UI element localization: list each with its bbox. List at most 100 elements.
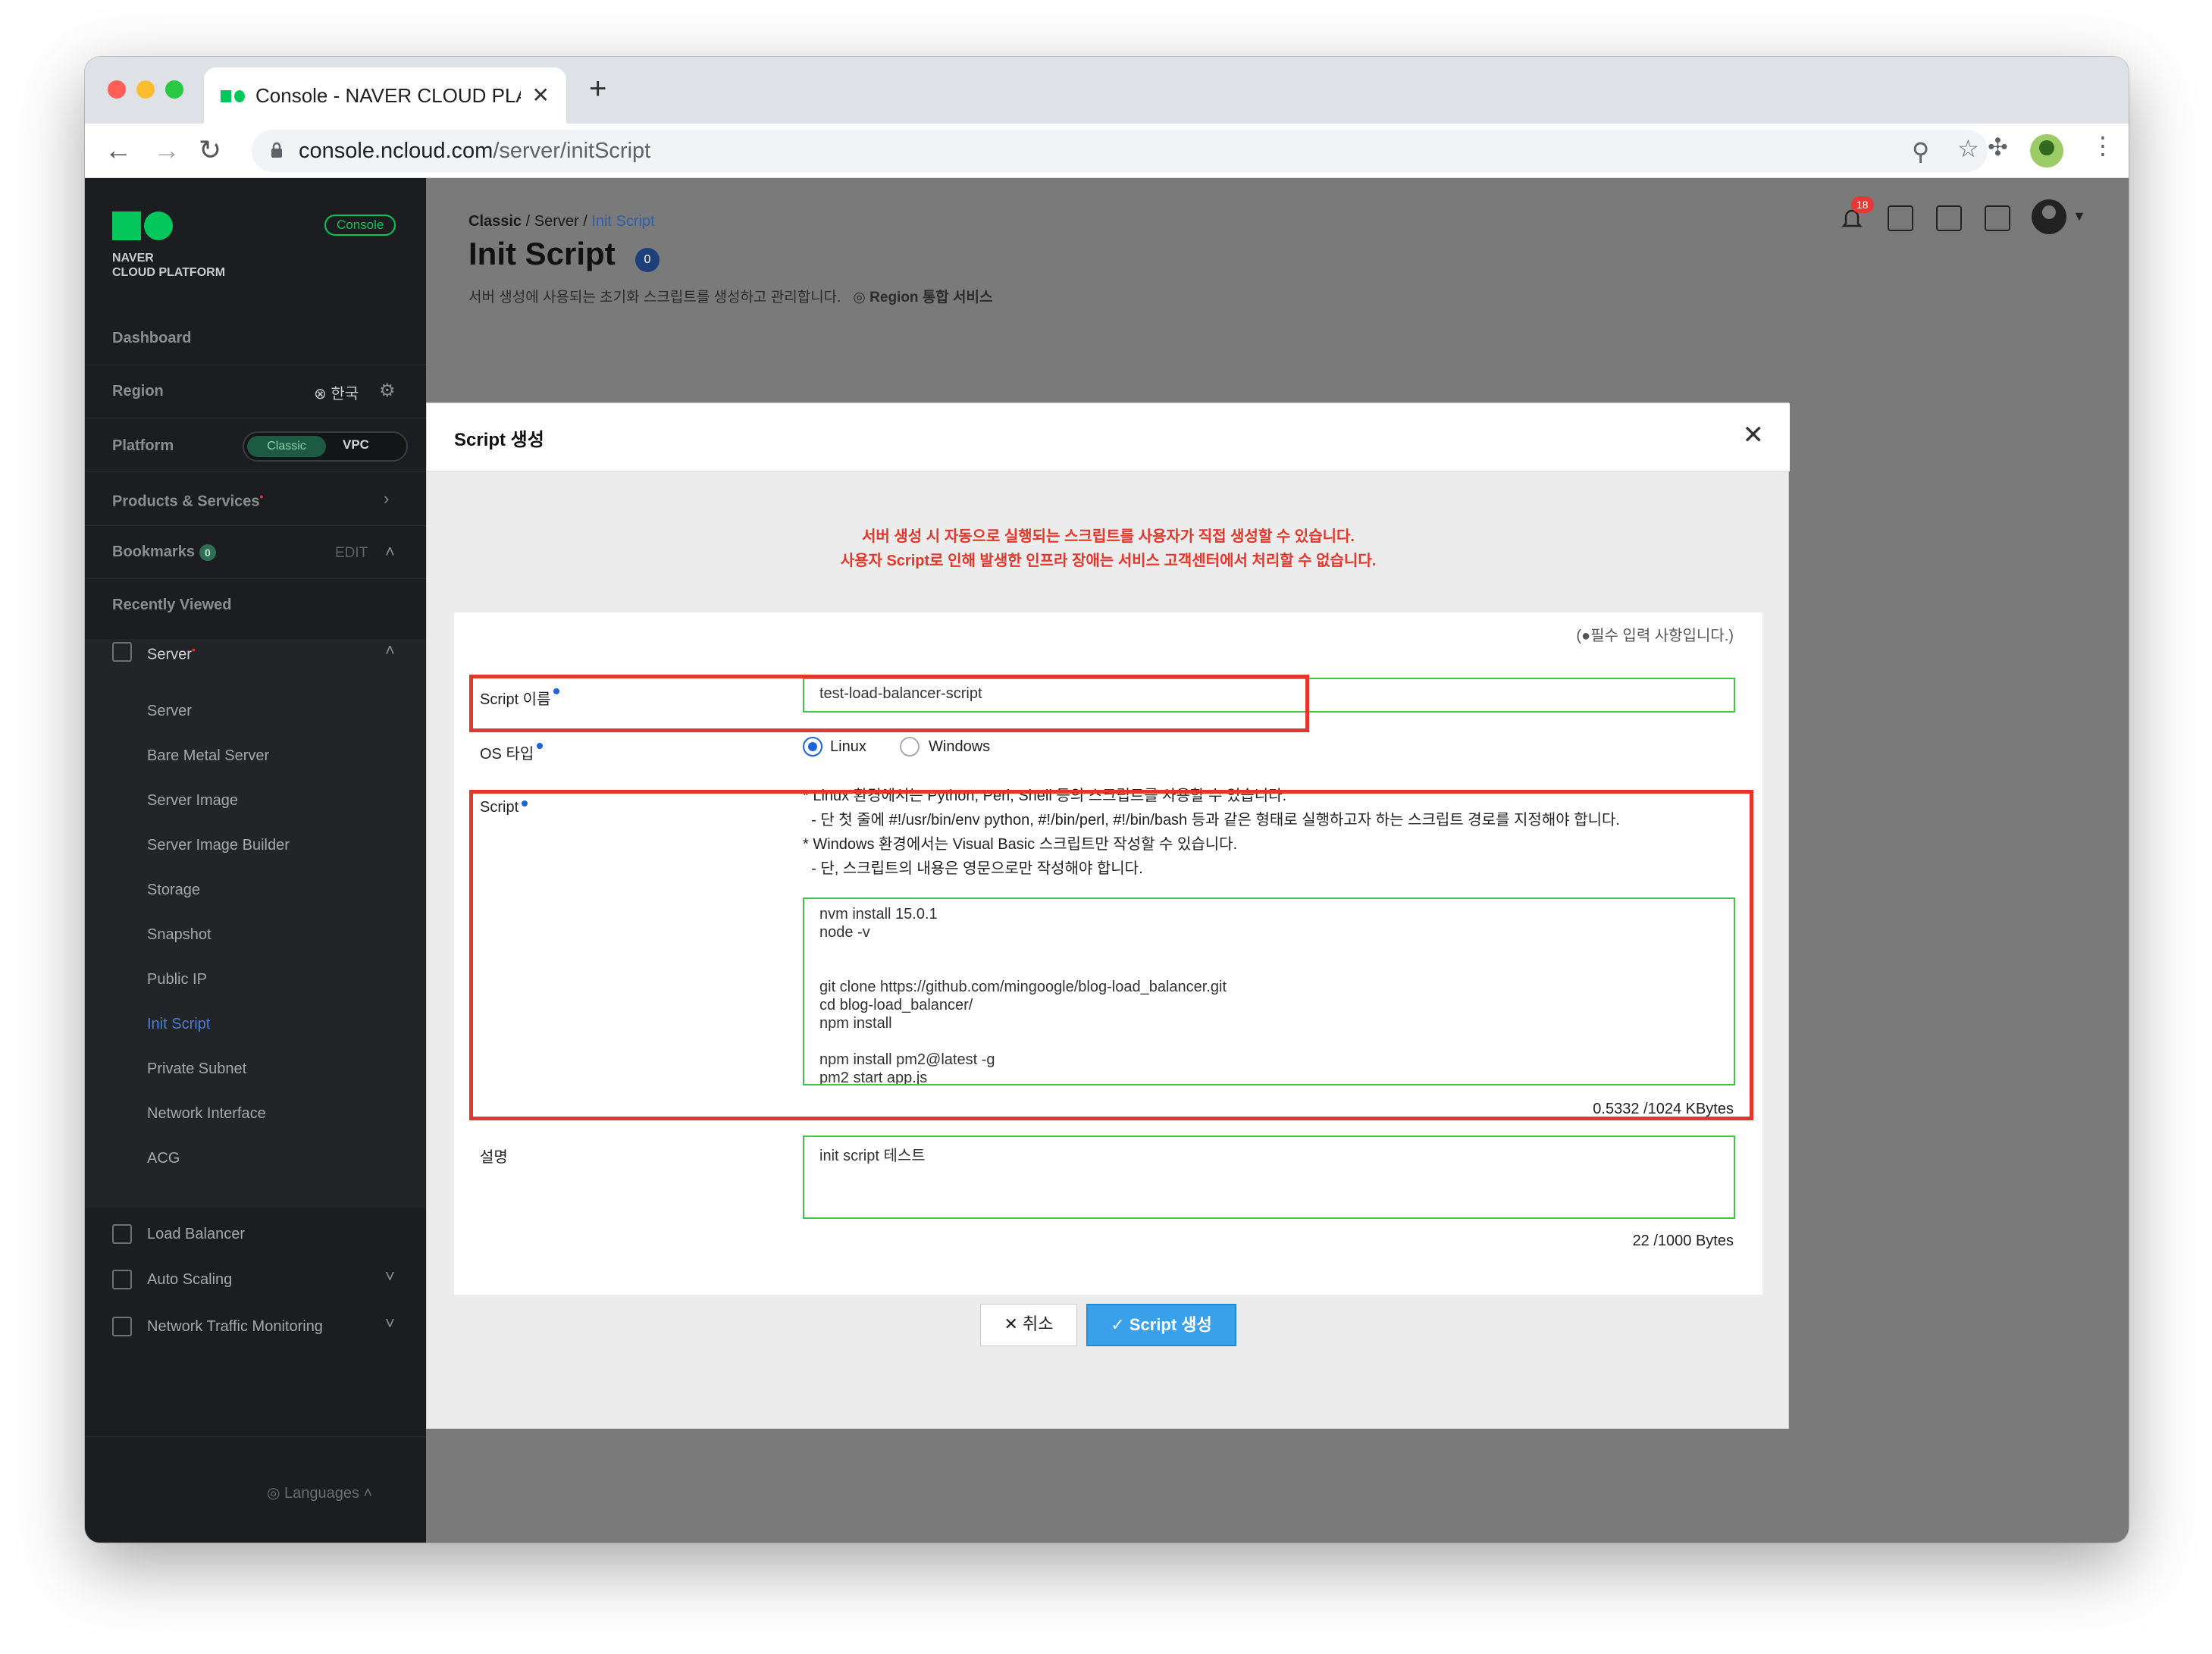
sidebar-item-bare-metal-server[interactable]: Bare Metal Server bbox=[147, 747, 269, 765]
close-window-dot[interactable] bbox=[108, 80, 126, 99]
profile-avatar[interactable] bbox=[2030, 134, 2063, 168]
cancel-button[interactable]: ✕ 취소 bbox=[980, 1304, 1077, 1346]
server-group: Server• ˄ Server Bare Metal Server Serve… bbox=[85, 639, 426, 1208]
sidebar-item-public-ip[interactable]: Public IP bbox=[147, 971, 207, 988]
network-traffic-icon bbox=[112, 1317, 132, 1336]
back-arrow-icon[interactable]: ← bbox=[105, 134, 132, 166]
script-create-modal: Script 생성 ✕ 서버 생성 시 자동으로 실행되는 스크립트를 사용자가… bbox=[426, 403, 1790, 1429]
breadcrumb-current: Init Script bbox=[591, 213, 655, 230]
sidebar-products-services[interactable]: Products & Services• bbox=[112, 490, 263, 511]
sidebar-recently-viewed[interactable]: Recently Viewed bbox=[112, 597, 231, 614]
globe-icon: ⊗ bbox=[314, 386, 327, 403]
languages-selector[interactable]: ◎ Languages ˄ bbox=[267, 1483, 372, 1502]
page-description: 서버 생성에 사용되는 초기화 스크립트를 생성하고 관리합니다. ◎ Regi… bbox=[468, 290, 993, 305]
globe-icon: ◎ bbox=[853, 290, 866, 305]
sidebar-item-load-balancer[interactable]: Load Balancer bbox=[147, 1226, 245, 1243]
required-dot-icon bbox=[537, 743, 544, 749]
console-app: NAVER CLOUD PLATFORM Console Dashboard Re… bbox=[85, 178, 2129, 1543]
sidebar-item-init-script[interactable]: Init Script bbox=[147, 1016, 210, 1033]
description-label: 설명 bbox=[480, 1149, 508, 1166]
sidebar-dashboard[interactable]: Dashboard bbox=[112, 330, 191, 347]
products-chevron-right-icon[interactable]: › bbox=[384, 489, 389, 509]
sidebar-item-server-image-builder[interactable]: Server Image Builder bbox=[147, 837, 290, 854]
region-settings-gear-icon[interactable]: ⚙ bbox=[379, 380, 396, 402]
bookmarks-edit-link[interactable]: EDIT bbox=[335, 545, 368, 562]
auto-scaling-chevron-down-icon[interactable]: ˅ bbox=[385, 1267, 395, 1286]
sidebar-item-server[interactable]: Server bbox=[147, 703, 192, 720]
server-group-header[interactable]: Server• bbox=[147, 644, 196, 664]
bookmarks-chevron-up-icon[interactable]: ˄ bbox=[385, 542, 395, 562]
notification-count-badge: 18 bbox=[1851, 196, 1874, 213]
minimize-window-dot[interactable] bbox=[136, 80, 155, 99]
sidebar-item-snapshot[interactable]: Snapshot bbox=[147, 926, 211, 944]
breadcrumb-server[interactable]: Server bbox=[534, 213, 579, 230]
globe-icon: ◎ bbox=[267, 1485, 280, 1502]
sidebar-item-acg[interactable]: ACG bbox=[147, 1150, 180, 1167]
script-form: (●필수 입력 사항입니다.) Script 이름 test-load-bala… bbox=[454, 612, 1762, 1295]
forward-arrow-icon[interactable]: → bbox=[153, 134, 180, 166]
user-menu-caret-icon[interactable]: ▼ bbox=[2073, 208, 2086, 224]
url-text: console.ncloud.com/server/initScript bbox=[299, 139, 651, 163]
reload-icon[interactable]: ↻ bbox=[199, 134, 221, 166]
description-size-counter: 22 /1000 Bytes bbox=[1632, 1233, 1734, 1249]
create-script-button[interactable]: ✓ Script 생성 bbox=[1086, 1304, 1236, 1346]
breadcrumb: Classic / Server / Init Script bbox=[468, 213, 655, 230]
user-account-icon[interactable] bbox=[2032, 199, 2066, 234]
tab-close-icon[interactable]: ✕ bbox=[532, 83, 550, 108]
zoom-icon[interactable]: ⚲ bbox=[1912, 137, 1929, 166]
network-traffic-chevron-down-icon[interactable]: ˅ bbox=[385, 1314, 395, 1333]
os-windows-label[interactable]: Windows bbox=[929, 738, 990, 756]
platform-vpc-option[interactable]: VPC bbox=[343, 437, 369, 453]
sidebar-item-auto-scaling[interactable]: Auto Scaling bbox=[147, 1271, 232, 1289]
sidebar-bookmarks[interactable]: Bookmarks 0 bbox=[112, 544, 216, 561]
server-group-chevron-up-icon[interactable]: ˄ bbox=[385, 641, 395, 660]
tab-title: Console - NAVER CLOUD PLAT bbox=[255, 84, 521, 107]
sidebar-item-storage[interactable]: Storage bbox=[147, 882, 200, 899]
platform-toggle[interactable]: Classic VPC bbox=[243, 431, 408, 462]
naver-favicon-icon bbox=[221, 90, 246, 102]
bookmark-star-icon[interactable]: ☆ bbox=[1957, 134, 1979, 163]
load-balancer-icon bbox=[112, 1224, 132, 1244]
modal-title: Script 생성 bbox=[454, 430, 544, 450]
ncp-logo-mark-icon bbox=[112, 211, 173, 240]
sidebar-item-network-interface[interactable]: Network Interface bbox=[147, 1105, 266, 1123]
sidebar: NAVER CLOUD PLATFORM Console Dashboard Re… bbox=[85, 178, 426, 1543]
os-type-label: OS 타입 bbox=[480, 741, 544, 763]
browser-tab[interactable]: Console - NAVER CLOUD PLAT ✕ bbox=[204, 67, 566, 124]
required-note: (●필수 입력 사항입니다.) bbox=[1576, 628, 1734, 644]
extensions-puzzle-icon[interactable]: ✣ bbox=[1988, 133, 2008, 161]
memo-icon[interactable] bbox=[1936, 205, 1962, 231]
console-badge[interactable]: Console bbox=[324, 215, 396, 236]
browser-menu-icon[interactable]: ⋮ bbox=[2091, 131, 2115, 160]
page-title: Init Script bbox=[468, 236, 616, 271]
sidebar-region-label: Region bbox=[112, 383, 164, 399]
manual-book-icon[interactable] bbox=[1985, 205, 2010, 231]
region-selector[interactable]: ⊗ 한국 bbox=[314, 381, 359, 403]
description-textarea[interactable]: init script 테스트 bbox=[803, 1136, 1735, 1219]
modal-close-icon[interactable]: ✕ bbox=[1743, 420, 1765, 450]
server-rack-icon bbox=[112, 642, 132, 662]
sidebar-platform-label: Platform bbox=[112, 437, 174, 454]
auto-scaling-icon bbox=[112, 1270, 132, 1289]
browser-window: Console - NAVER CLOUD PLAT ✕ + ← → ↻ con… bbox=[85, 57, 2129, 1543]
sidebar-item-server-image[interactable]: Server Image bbox=[147, 792, 238, 810]
lock-icon bbox=[271, 142, 282, 158]
os-linux-radio[interactable] bbox=[803, 737, 822, 757]
sidebar-item-network-traffic-monitoring[interactable]: Network Traffic Monitoring bbox=[147, 1318, 323, 1336]
maximize-window-dot[interactable] bbox=[165, 80, 183, 99]
chat-icon[interactable] bbox=[1888, 205, 1913, 231]
tab-bar: Console - NAVER CLOUD PLAT ✕ + bbox=[85, 57, 2129, 124]
new-tab-button[interactable]: + bbox=[589, 72, 606, 106]
title-count-badge: 0 bbox=[635, 248, 660, 272]
os-windows-radio[interactable] bbox=[900, 737, 920, 757]
ncp-logo[interactable]: NAVER CLOUD PLATFORM bbox=[112, 211, 225, 280]
highlight-box-script bbox=[469, 790, 1753, 1120]
platform-classic-option[interactable]: Classic bbox=[247, 436, 326, 457]
sidebar-item-private-subnet[interactable]: Private Subnet bbox=[147, 1060, 246, 1078]
notice-message: 서버 생성 시 자동으로 실행되는 스크립트를 사용자가 직접 생성할 수 있습… bbox=[840, 528, 1377, 569]
browser-toolbar: ← → ↻ console.ncloud.com/server/initScri… bbox=[85, 124, 2129, 178]
bookmarks-count-badge: 0 bbox=[199, 544, 216, 561]
breadcrumb-classic[interactable]: Classic bbox=[468, 213, 522, 230]
address-bar[interactable]: console.ncloud.com/server/initScript ⚲ ☆ bbox=[252, 130, 1988, 172]
os-linux-label[interactable]: Linux bbox=[830, 738, 866, 756]
